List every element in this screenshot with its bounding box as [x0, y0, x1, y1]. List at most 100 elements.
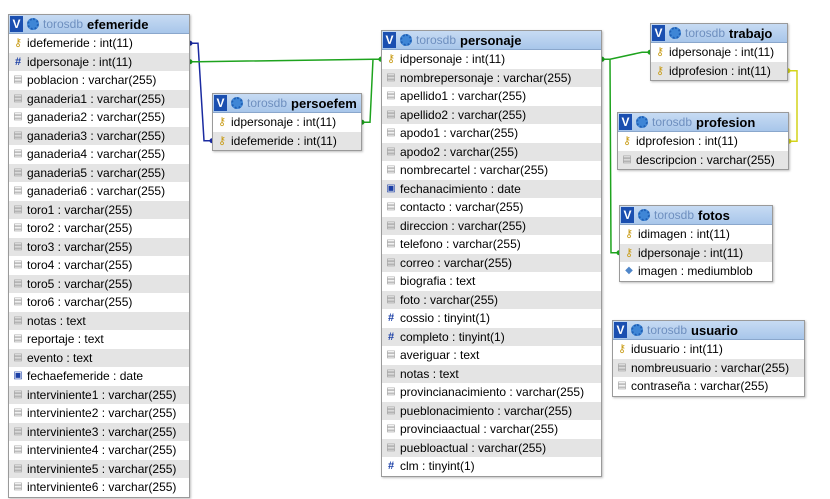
table-efemeride[interactable]: Vtorosdb efemeride ⚷ idefemeride : int(11) #… — [8, 14, 190, 498]
column-row[interactable]: ▤ provinciaactual : varchar(255) — [382, 420, 601, 439]
table-header[interactable]: Vtorosdb persoefem — [213, 94, 361, 113]
column-row[interactable]: ⚷ idprofesion : int(11) — [651, 61, 787, 80]
designer-canvas[interactable]: Vtorosdb efemeride ⚷ idefemeride : int(11) #… — [0, 0, 830, 499]
column-row[interactable]: ▤ apodo2 : varchar(255) — [382, 142, 601, 161]
date-icon: ▣ — [13, 370, 23, 382]
column-row[interactable]: ▤ ganaderia5 : varchar(255) — [9, 163, 189, 182]
column-row[interactable]: ▤ toro5 : varchar(255) — [9, 274, 189, 293]
column-row[interactable]: # cossio : tinyint(1) — [382, 309, 601, 328]
column-row[interactable]: ▤ nombrepersonaje : varchar(255) — [382, 68, 601, 87]
table-persoefem[interactable]: Vtorosdb persoefem ⚷ idpersonaje : int(11) ⚷… — [212, 93, 362, 151]
column-row[interactable]: ▤ apodo1 : varchar(255) — [382, 124, 601, 143]
hash-icon: # — [387, 330, 395, 343]
column-row[interactable]: ▤ interviniente4 : varchar(255) — [9, 441, 189, 460]
column-row[interactable]: ▤ nombreusuario : varchar(255) — [613, 358, 804, 377]
field-icon: ▤ — [13, 462, 23, 474]
column-row[interactable]: ▤ interviniente2 : varchar(255) — [9, 404, 189, 423]
column-row[interactable]: ▤ interviniente3 : varchar(255) — [9, 422, 189, 441]
gear-icon[interactable] — [638, 209, 650, 221]
column-row[interactable]: ⚷ idefemeride : int(11) — [9, 34, 189, 53]
column-label: idefemeride : int(11) — [27, 36, 133, 51]
column-row[interactable]: ▤ telefono : varchar(255) — [382, 235, 601, 254]
field-icon: ▤ — [13, 148, 23, 160]
column-label: clm : tinyint(1) — [400, 459, 475, 474]
table-trabajo[interactable]: Vtorosdb trabajo ⚷ idpersonaje : int(11) ⚷ id… — [650, 23, 788, 81]
column-row[interactable]: ▤ contacto : varchar(255) — [382, 198, 601, 217]
table-personaje[interactable]: Vtorosdb personaje ⚷ idpersonaje : int(11) ▤… — [381, 30, 602, 477]
column-label: contraseña : varchar(255) — [631, 379, 769, 394]
column-row[interactable]: ▤ averiguar : text — [382, 346, 601, 365]
column-label: direccion : varchar(255) — [400, 218, 527, 233]
column-label: interviniente3 : varchar(255) — [27, 424, 177, 439]
column-row[interactable]: ⚷ idpersonaje : int(11) — [620, 243, 772, 262]
gear-icon[interactable] — [669, 27, 681, 39]
column-row[interactable]: ▤ interviniente1 : varchar(255) — [9, 385, 189, 404]
column-row[interactable]: ▤ ganaderia1 : varchar(255) — [9, 89, 189, 108]
column-row[interactable]: ▤ ganaderia4 : varchar(255) — [9, 145, 189, 164]
gear-icon[interactable] — [400, 34, 412, 46]
gear-icon[interactable] — [631, 324, 643, 336]
column-row[interactable]: # clm : tinyint(1) — [382, 457, 601, 476]
table-usuario[interactable]: Vtorosdb usuario ⚷ idusuario : int(11) ▤ nomb… — [612, 320, 805, 397]
column-row[interactable]: ▤ biografia : text — [382, 272, 601, 291]
column-row[interactable]: ▤ foto : varchar(255) — [382, 290, 601, 309]
column-row[interactable]: ⚷ idpersonaje : int(11) — [382, 50, 601, 69]
column-row[interactable]: ▤ contraseña : varchar(255) — [613, 377, 804, 396]
toggle-columns-button[interactable]: V — [10, 16, 23, 32]
toggle-columns-button[interactable]: V — [614, 322, 627, 338]
column-row[interactable]: ▤ puebloactual : varchar(255) — [382, 438, 601, 457]
column-row[interactable]: ▤ interviniente6 : varchar(255) — [9, 478, 189, 497]
table-fotos[interactable]: Vtorosdb fotos ⚷ idimagen : int(11) ⚷ idperso… — [619, 205, 773, 282]
column-row[interactable]: ▤ ganaderia2 : varchar(255) — [9, 108, 189, 127]
column-row[interactable]: ▤ toro6 : varchar(255) — [9, 293, 189, 312]
column-row[interactable]: ◆ imagen : mediumblob — [620, 262, 772, 281]
column-row[interactable]: ▤ ganaderia3 : varchar(255) — [9, 126, 189, 145]
column-row[interactable]: ▤ descripcion : varchar(255) — [618, 150, 788, 169]
column-row[interactable]: ▤ apellido1 : varchar(255) — [382, 87, 601, 106]
toggle-columns-button[interactable]: V — [383, 32, 396, 48]
table-profesion[interactable]: Vtorosdb profesion ⚷ idprofesion : int(11) ▤… — [617, 112, 789, 170]
column-row[interactable]: ▤ toro3 : varchar(255) — [9, 237, 189, 256]
column-row[interactable]: ⚷ idefemeride : int(11) — [213, 131, 361, 150]
table-header[interactable]: Vtorosdb trabajo — [651, 24, 787, 43]
field-icon: ▤ — [13, 444, 23, 456]
table-header[interactable]: Vtorosdb usuario — [613, 321, 804, 340]
gear-icon[interactable] — [636, 116, 648, 128]
column-row[interactable]: ⚷ idprofesion : int(11) — [618, 132, 788, 151]
column-row[interactable]: ▤ reportaje : text — [9, 330, 189, 349]
column-label: contacto : varchar(255) — [400, 200, 524, 215]
gear-icon[interactable] — [231, 97, 243, 109]
column-row[interactable]: ▤ evento : text — [9, 348, 189, 367]
toggle-columns-button[interactable]: V — [619, 114, 632, 130]
table-header[interactable]: Vtorosdb efemeride — [9, 15, 189, 34]
column-row[interactable]: ▤ provincianacimiento : varchar(255) — [382, 383, 601, 402]
column-row[interactable]: ▤ toro4 : varchar(255) — [9, 256, 189, 275]
column-row[interactable]: ▤ direccion : varchar(255) — [382, 216, 601, 235]
toggle-columns-button[interactable]: V — [652, 25, 665, 41]
column-row[interactable]: ▣ fechanacimiento : date — [382, 179, 601, 198]
column-row[interactable]: ▤ poblacion : varchar(255) — [9, 71, 189, 90]
column-row[interactable]: ▤ notas : text — [382, 364, 601, 383]
column-row[interactable]: ▤ apellido2 : varchar(255) — [382, 105, 601, 124]
column-row[interactable]: ▤ interviniente5 : varchar(255) — [9, 459, 189, 478]
gear-icon[interactable] — [27, 18, 39, 30]
column-row[interactable]: ▤ ganaderia6 : varchar(255) — [9, 182, 189, 201]
column-row[interactable]: ▤ correo : varchar(255) — [382, 253, 601, 272]
toggle-columns-button[interactable]: V — [621, 207, 634, 223]
column-row[interactable]: ⚷ idpersonaje : int(11) — [213, 113, 361, 132]
column-row[interactable]: ⚷ idimagen : int(11) — [620, 225, 772, 244]
column-row[interactable]: ⚷ idpersonaje : int(11) — [651, 43, 787, 62]
column-row[interactable]: # completo : tinyint(1) — [382, 327, 601, 346]
column-row[interactable]: ▤ notas : text — [9, 311, 189, 330]
column-row[interactable]: ▤ toro2 : varchar(255) — [9, 219, 189, 238]
column-row[interactable]: # idpersonaje : int(11) — [9, 52, 189, 71]
column-row[interactable]: ▣ fechaefemeride : date — [9, 367, 189, 386]
table-header[interactable]: Vtorosdb fotos — [620, 206, 772, 225]
column-row[interactable]: ▤ toro1 : varchar(255) — [9, 200, 189, 219]
column-row[interactable]: ▤ nombrecartel : varchar(255) — [382, 161, 601, 180]
column-row[interactable]: ▤ pueblonacimiento : varchar(255) — [382, 401, 601, 420]
table-header[interactable]: Vtorosdb profesion — [618, 113, 788, 132]
table-header[interactable]: Vtorosdb personaje — [382, 31, 601, 50]
column-row[interactable]: ⚷ idusuario : int(11) — [613, 340, 804, 359]
toggle-columns-button[interactable]: V — [214, 95, 227, 111]
